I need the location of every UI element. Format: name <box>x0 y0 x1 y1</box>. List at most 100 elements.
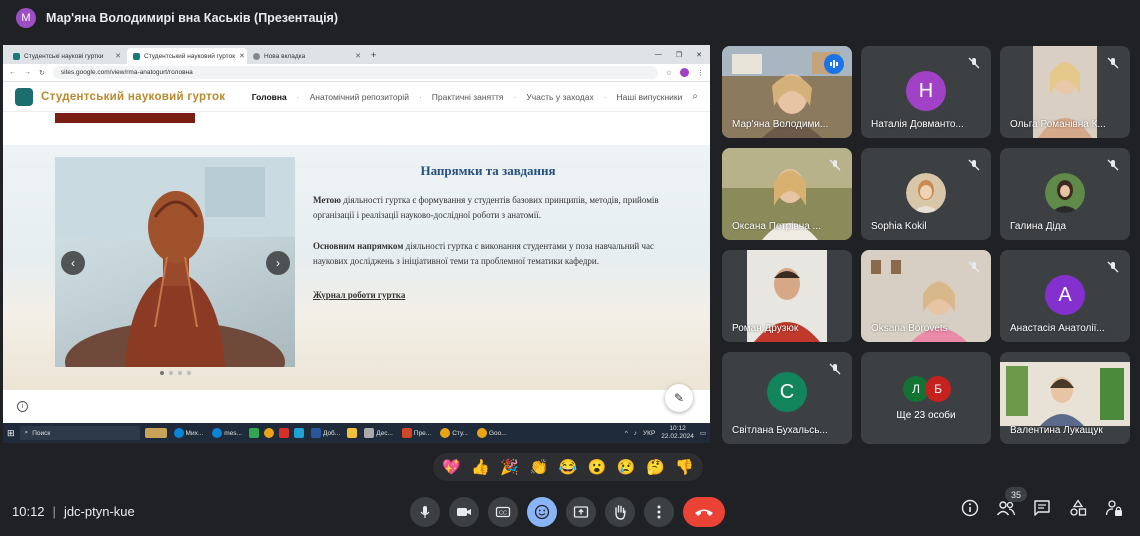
participant-tile[interactable]: А Анастасія Анатолії... <box>1000 250 1130 342</box>
host-controls-button[interactable] <box>1104 498 1124 518</box>
edit-pencil-button[interactable]: ✎ <box>665 384 693 412</box>
leave-call-button[interactable] <box>683 497 725 527</box>
journal-link[interactable]: Журнал роботи гуртка <box>313 290 405 300</box>
taskbar-app-icon[interactable] <box>248 428 259 438</box>
site-title[interactable]: Студентський науковий гурток <box>41 91 225 103</box>
taskbar-app[interactable]: mes... <box>210 426 244 440</box>
present-screen-button[interactable] <box>566 497 596 527</box>
nav-item-repository[interactable]: Анатомічний репозиторій <box>310 92 409 102</box>
participant-name: Oksana Borovets <box>871 323 948 334</box>
presentation-title: Мар'яна Володимирі вна Каськів (Презента… <box>46 11 339 25</box>
taskbar-search[interactable]: ⌕ Поиск <box>19 426 140 440</box>
slide-paragraph-goal: Метою діяльності гуртка є формування у с… <box>313 195 659 220</box>
clap-reaction-button[interactable]: 👏 <box>530 458 549 476</box>
more-participants-tile[interactable]: Л Б Ще 23 особи <box>861 352 991 444</box>
sad-reaction-button[interactable]: 😢 <box>617 458 636 476</box>
back-icon[interactable]: ← <box>9 69 16 76</box>
taskbar-app[interactable]: Дес... <box>362 426 395 440</box>
laugh-reaction-button[interactable]: 😂 <box>559 458 578 476</box>
participant-name: Роман Друзюк <box>732 323 799 334</box>
browser-tab-3[interactable]: Нова вкладка ✕ <box>247 48 367 64</box>
nav-item-home[interactable]: Головна <box>252 92 287 102</box>
heart-reaction-button[interactable]: 💖 <box>442 458 461 476</box>
close-tab-icon[interactable]: ✕ <box>355 52 361 60</box>
keyboard-language[interactable]: УКР <box>643 430 655 437</box>
people-button[interactable] <box>996 498 1016 518</box>
widgets-icon[interactable] <box>144 428 167 438</box>
captions-button[interactable]: CC <box>488 497 518 527</box>
taskbar-clock[interactable]: 10:12 22.02.2024 <box>661 425 694 441</box>
thumbs-up-reaction-button[interactable]: 👍 <box>471 458 490 476</box>
meeting-details-button[interactable] <box>960 498 980 518</box>
participant-tile[interactable]: Оксана Петрівна ... <box>722 148 852 240</box>
maximize-icon[interactable]: ❐ <box>676 51 682 59</box>
emoji-button[interactable] <box>527 497 557 527</box>
new-tab-icon[interactable]: + <box>367 50 376 60</box>
raise-hand-button[interactable] <box>605 497 635 527</box>
meeting-time: 10:12 <box>12 504 45 519</box>
activities-button[interactable] <box>1068 498 1088 518</box>
nav-item-events[interactable]: Участь у заходах <box>526 92 593 102</box>
site-nav: Головна · Анатомічний репозиторій · Практи… <box>252 91 698 102</box>
close-window-icon[interactable]: ✕ <box>696 51 702 59</box>
participant-tile[interactable]: Валентина Лукащук <box>1000 352 1130 444</box>
slide-heading: Напрямки та завдання <box>420 163 556 178</box>
browser-tab-2[interactable]: Студентський науковий гурток ✕ <box>127 48 247 64</box>
microphone-button[interactable] <box>410 497 440 527</box>
party-reaction-button[interactable]: 🎉 <box>500 458 519 476</box>
chrome-icon[interactable] <box>263 428 274 438</box>
address-bar[interactable]: sites.google.com/view/rma-anatogurt/голо… <box>52 66 658 79</box>
carousel-next-button[interactable]: › <box>266 251 290 275</box>
reload-icon[interactable]: ↻ <box>39 69 45 77</box>
info-icon[interactable]: i <box>17 401 28 412</box>
site-search-icon[interactable]: ⌕ <box>692 91 698 102</box>
participant-tile[interactable]: Oksana Borovets <box>861 250 991 342</box>
camera-icon <box>457 508 471 516</box>
banner-image-strip <box>55 113 195 123</box>
more-options-button[interactable] <box>644 497 674 527</box>
carousel-prev-button[interactable]: ‹ <box>61 251 85 275</box>
taskbar-app[interactable]: Доб... <box>309 426 342 440</box>
skype-icon[interactable] <box>293 428 304 438</box>
participant-tile[interactable]: Н Наталія Довманто... <box>861 46 991 138</box>
taskbar-app[interactable]: Мих... <box>172 426 206 440</box>
participant-tile[interactable]: Ольга Романівна К... <box>1000 46 1130 138</box>
participant-tile[interactable]: С Світлана Бухальсь... <box>722 352 852 444</box>
star-icon[interactable]: ☆ <box>666 69 672 77</box>
taskbar-app[interactable]: Пре... <box>400 426 433 440</box>
notification-icon[interactable]: ▭ <box>700 429 706 437</box>
taskbar-app-icon[interactable] <box>278 428 289 438</box>
taskbar-app[interactable]: Goo... <box>475 426 509 440</box>
profile-icon[interactable] <box>680 68 689 77</box>
taskbar-app[interactable]: Сту... <box>438 426 470 440</box>
carousel-dot[interactable] <box>160 371 164 375</box>
folder-icon[interactable] <box>347 428 358 438</box>
close-tab-icon[interactable]: ✕ <box>239 52 245 60</box>
participant-tile[interactable]: Роман Друзюк <box>722 250 852 342</box>
nav-item-graduates[interactable]: Наші випускники <box>617 92 683 102</box>
participant-name: Наталія Довманто... <box>871 119 964 130</box>
nav-separator: · <box>513 91 517 102</box>
surprised-reaction-button[interactable]: 😮 <box>588 458 607 476</box>
carousel-dot[interactable] <box>187 371 191 375</box>
camera-button[interactable] <box>449 497 479 527</box>
volume-icon[interactable]: ♪ <box>634 430 637 437</box>
participant-tile[interactable]: Sophia Kokil <box>861 148 991 240</box>
participant-tile[interactable]: Мар'яна Володими... <box>722 46 852 138</box>
thumbs-down-reaction-button[interactable]: 👎 <box>675 458 694 476</box>
thinking-reaction-button[interactable]: 🤔 <box>646 458 665 476</box>
participant-tile[interactable]: Галина Діда <box>1000 148 1130 240</box>
nav-item-practical[interactable]: Практичні заняття <box>432 92 504 102</box>
chat-button[interactable] <box>1032 498 1052 518</box>
minimize-icon[interactable]: — <box>655 51 662 59</box>
browser-tab-1[interactable]: Студентські наукові гуртки ✕ <box>7 48 127 64</box>
menu-icon[interactable]: ⋮ <box>697 69 704 77</box>
chevron-up-icon[interactable]: ^ <box>625 430 628 437</box>
forward-icon[interactable]: → <box>24 69 31 76</box>
carousel-dot[interactable] <box>169 371 173 375</box>
close-tab-icon[interactable]: ✕ <box>115 52 121 60</box>
windows-start-icon[interactable]: ⊞ <box>7 428 15 439</box>
carousel-dot[interactable] <box>178 371 182 375</box>
meeting-code: jdc-ptyn-kue <box>63 504 135 519</box>
participant-photo <box>1045 173 1085 213</box>
